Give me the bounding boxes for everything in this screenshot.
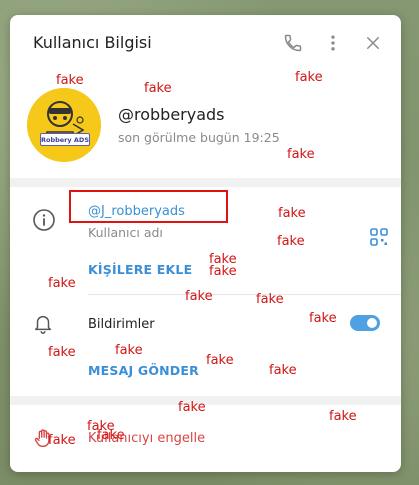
fake-watermark: fake	[144, 81, 172, 96]
section-separator	[10, 178, 401, 187]
notifications-label: Bildirimler	[88, 317, 155, 332]
toggle-knob	[365, 316, 379, 330]
fake-watermark: fake	[115, 343, 143, 358]
highlight-box	[69, 190, 228, 223]
profile-username: @robberyads	[118, 105, 225, 124]
add-contact-button[interactable]: KİŞİLERE EKLE	[88, 262, 192, 277]
fake-watermark: fake	[97, 428, 125, 443]
fake-watermark: fake	[287, 147, 315, 162]
qr-code-icon[interactable]	[370, 228, 388, 246]
fake-watermark: fake	[295, 70, 323, 85]
fake-watermark: fake	[56, 73, 84, 88]
fake-watermark: fake	[209, 264, 237, 279]
fake-watermark: fake	[48, 433, 76, 448]
username-caption: Kullanıcı adı	[88, 225, 163, 240]
fake-watermark: fake	[185, 289, 213, 304]
fake-watermark: fake	[48, 276, 76, 291]
fake-watermark: fake	[206, 353, 234, 368]
fake-watermark: fake	[48, 345, 76, 360]
fake-watermark: fake	[178, 400, 206, 415]
last-seen-status: son görülme bugün 19:25	[118, 130, 280, 145]
dialog-title: Kullanıcı Bilgisi	[33, 33, 152, 52]
close-icon[interactable]	[362, 32, 384, 54]
phone-icon[interactable]	[282, 32, 304, 54]
fake-watermark: fake	[278, 206, 306, 221]
more-vertical-icon[interactable]	[322, 32, 344, 54]
profile-section: Robbery ADS @robberyads son görülme bugü…	[10, 73, 401, 178]
send-message-button[interactable]: MESAJ GÖNDER	[88, 363, 199, 378]
info-icon	[32, 208, 58, 234]
avatar[interactable]: Robbery ADS	[27, 88, 101, 162]
divider	[88, 294, 401, 295]
dialog-header: Kullanıcı Bilgisi	[10, 15, 401, 73]
bell-icon	[32, 312, 58, 338]
fake-watermark: fake	[269, 363, 297, 378]
fake-watermark: fake	[309, 311, 337, 326]
notifications-toggle[interactable]	[350, 315, 380, 331]
fake-watermark: fake	[256, 292, 284, 307]
fake-watermark: fake	[277, 234, 305, 249]
fake-watermark: fake	[329, 409, 357, 424]
avatar-badge-text: Robbery ADS	[40, 133, 90, 146]
